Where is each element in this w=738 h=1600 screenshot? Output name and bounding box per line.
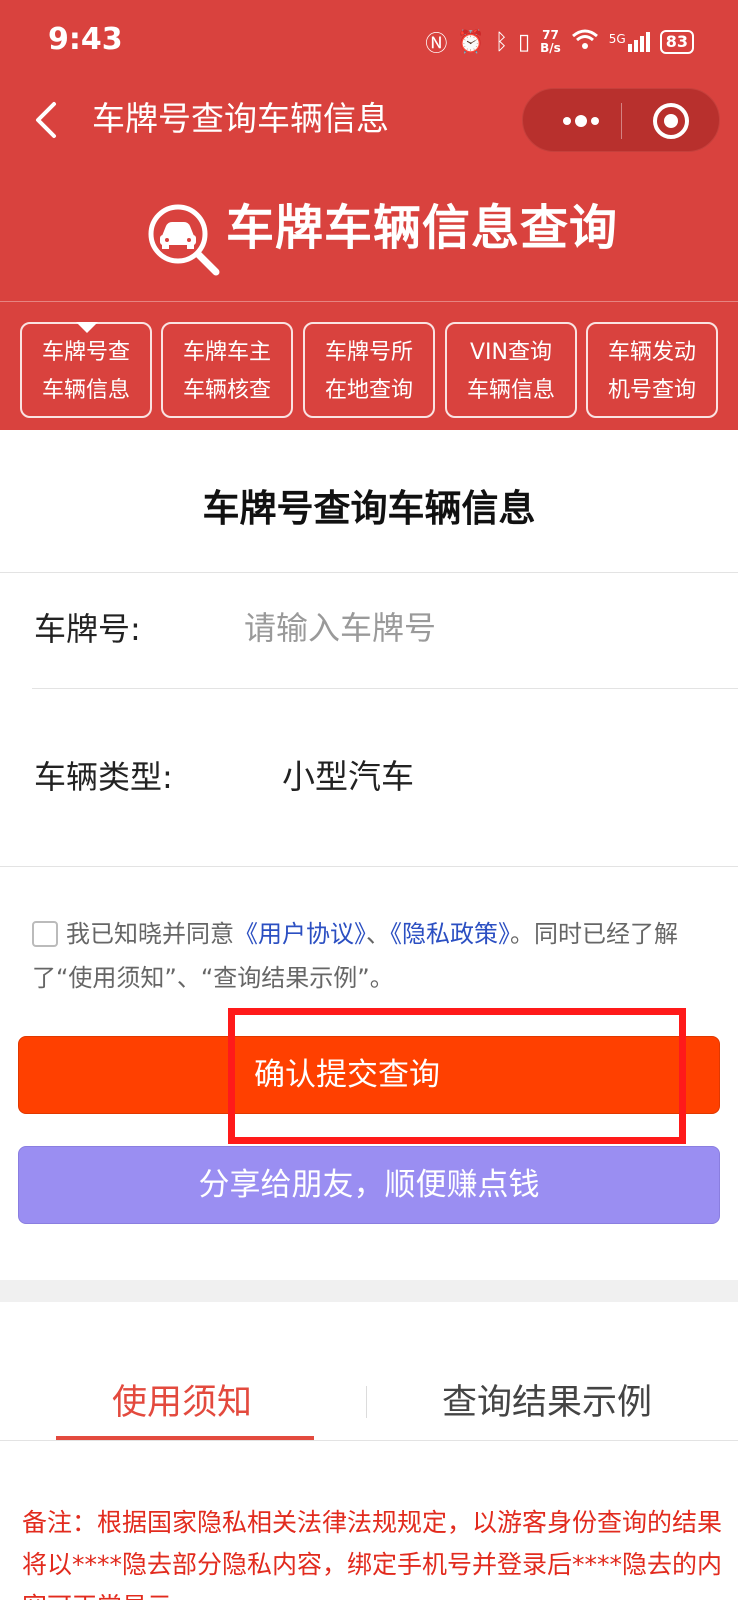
agreement-separator: 、 — [366, 920, 390, 948]
capsule-divider — [621, 103, 622, 139]
car-search-icon — [146, 202, 222, 278]
tab-label-line1: 车辆发动 — [607, 340, 696, 365]
section-gap — [0, 1280, 738, 1302]
user-agreement-link[interactable]: 《用户协议》 — [234, 920, 366, 948]
target-icon — [653, 103, 689, 139]
privacy-policy-link[interactable]: 《隐私政策》 — [390, 920, 510, 948]
status-time: 9:43 — [48, 22, 123, 57]
plate-input[interactable] — [244, 602, 684, 654]
battery-icon: 83 — [659, 30, 694, 54]
speed-value: 77 — [542, 28, 559, 42]
tab-label-line2: 车辆核查 — [182, 378, 271, 403]
agree-checkbox[interactable] — [32, 921, 58, 947]
close-miniprogram-button[interactable] — [651, 101, 691, 141]
more-dots-icon — [563, 115, 599, 127]
hero-title: 车牌车辆信息查询 — [226, 200, 619, 256]
tab-divider — [366, 1386, 367, 1418]
form-title: 车牌号查询车辆信息 — [202, 487, 536, 530]
agreement-text: 我已知晓并同意《用户协议》、《隐私政策》。同时已经了解了“使用须知”、“查询结果… — [32, 912, 712, 1000]
annotation-highlight-box — [228, 1008, 686, 1144]
tab-label-line2: 车辆信息 — [41, 378, 130, 403]
agreement-prefix: 我已知晓并同意 — [66, 920, 234, 948]
privacy-note: 备注：根据国家隐私相关法律法规规定，以游客身份查询的结果将以****隐去部分隐私… — [22, 1508, 723, 1600]
network-type: 5G — [608, 32, 626, 46]
signal-icon: 5G — [609, 32, 650, 52]
battery-level: 83 — [665, 32, 688, 51]
nfc-icon: Ⓝ — [425, 32, 448, 57]
chevron-left-icon — [36, 102, 56, 138]
more-button[interactable] — [555, 103, 615, 139]
tab-label-line1: 车牌号所 — [324, 340, 413, 365]
divider — [32, 688, 738, 689]
tab-result-example[interactable]: 查询结果示例 — [442, 1374, 652, 1425]
tab-engine-number[interactable]: 车辆发动 机号查询 — [586, 322, 718, 418]
tab-plate-vehicle-info[interactable]: 车牌号查 车辆信息 — [20, 322, 152, 418]
tab-usage-notice[interactable]: 使用须知 — [112, 1374, 252, 1425]
tab-label-line2: 在地查询 — [324, 378, 413, 403]
bluetooth-icon: ᛒ — [494, 29, 509, 55]
divider — [0, 866, 738, 867]
share-button[interactable]: 分享给朋友，顺便赚点钱 — [18, 1146, 720, 1224]
divider — [0, 1440, 738, 1441]
alarm-icon: ⏰ — [457, 29, 485, 55]
wifi-icon — [571, 28, 599, 56]
category-tabs: 车牌号查 车辆信息 车牌车主 车辆核查 车牌号所 在地查询 VIN查询 车辆信息… — [0, 302, 738, 430]
tab-label-line2: 车辆信息 — [466, 378, 555, 403]
tab-plate-location[interactable]: 车牌号所 在地查询 — [303, 322, 435, 418]
tab-label-line1: 车牌号查 — [41, 340, 130, 365]
back-button[interactable] — [26, 96, 74, 144]
miniprogram-capsule — [522, 88, 720, 152]
vehicle-type-select[interactable]: 小型汽车 — [282, 750, 414, 798]
status-bar: 9:43 Ⓝ ⏰ ᛒ ▯ 77 B/s 5G 83 — [0, 0, 738, 80]
tab-label-line2: 机号查询 — [607, 378, 696, 403]
speed-unit: B/s — [540, 41, 561, 55]
hero-header: 车牌车辆信息查询 — [0, 160, 738, 302]
vibrate-icon: ▯ — [518, 29, 531, 55]
plate-label: 车牌号: — [34, 610, 141, 648]
tab-plate-owner-check[interactable]: 车牌车主 车辆核查 — [161, 322, 293, 418]
tab-label-line1: 车牌车主 — [182, 340, 271, 365]
tab-label-line1: VIN查询 — [470, 340, 552, 365]
network-speed: 77 B/s — [540, 29, 561, 55]
divider — [0, 572, 738, 573]
tab-vin-query[interactable]: VIN查询 车辆信息 — [445, 322, 577, 418]
nav-bar: 车牌号查询车辆信息 — [0, 80, 738, 160]
vehicle-type-label: 车辆类型: — [34, 758, 173, 796]
nav-title: 车牌号查询车辆信息 — [92, 99, 389, 138]
status-icons: Ⓝ ⏰ ᛒ ▯ 77 B/s 5G 83 — [425, 26, 694, 58]
